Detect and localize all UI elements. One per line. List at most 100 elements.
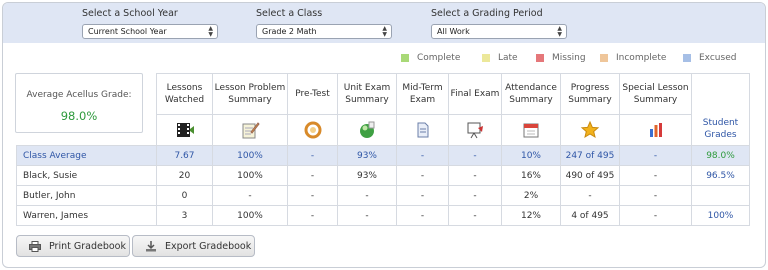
col-header-attendance-summary[interactable]: Attendance Summary (501, 73, 561, 115)
legend-incomplete: Incomplete (600, 52, 666, 64)
class-value: Grade 2 Math (262, 27, 317, 36)
table-row-class-average[interactable]: Class Average 7.67 100% - 93% - - 10% 24… (16, 145, 750, 166)
cell[interactable]: - (396, 205, 449, 226)
lesson-problem-summary-icon-cell[interactable] (212, 114, 288, 146)
school-year-value: Current School Year (88, 27, 167, 36)
col-header-progress-summary[interactable]: Progress Summary (560, 73, 620, 115)
cell[interactable]: 20 (156, 165, 213, 186)
cell[interactable]: - (287, 185, 338, 206)
cell[interactable]: 12% (501, 205, 561, 226)
cell[interactable]: - (337, 205, 397, 226)
attendance-summary-icon-cell[interactable] (501, 114, 561, 146)
cell[interactable]: 100% (212, 145, 288, 166)
lessons-watched-icon-cell[interactable] (156, 114, 213, 146)
gradebook-panel: Select a School Year Current School Year… (2, 2, 766, 268)
export-gradebook-button[interactable]: Export Gradebook (132, 235, 255, 257)
cell[interactable]: 4 of 495 (560, 205, 620, 226)
cell[interactable]: - (448, 205, 502, 226)
excused-swatch (683, 54, 691, 62)
col-header-mid-term-exam[interactable]: Mid-Term Exam (396, 73, 449, 115)
green-sphere-icon (360, 121, 375, 138)
progress-summary-icon-cell[interactable] (560, 114, 620, 146)
select-arrows-icon: ▲ ▼ (557, 25, 562, 38)
col-header-lesson-problem-summary[interactable]: Lesson Problem Summary (212, 73, 288, 115)
row-name[interactable]: Butler, John (16, 185, 157, 206)
cell[interactable]: - (448, 185, 502, 206)
student-grade[interactable]: 96.5% (691, 165, 750, 186)
cell[interactable]: - (448, 145, 502, 166)
complete-swatch (401, 54, 409, 62)
legend-complete: Complete (401, 52, 460, 64)
incomplete-swatch (600, 54, 608, 62)
row-name[interactable]: Class Average (16, 145, 157, 166)
film-icon (176, 123, 194, 137)
print-gradebook-label: Print Gradebook (49, 240, 126, 252)
table-row-black-susie[interactable]: Black, Susie 20 100% - 93% - - 16% 490 o… (16, 165, 750, 186)
cell[interactable]: 2% (501, 185, 561, 206)
cell[interactable]: - (287, 165, 338, 186)
cell[interactable]: - (619, 145, 692, 166)
cell[interactable]: - (396, 145, 449, 166)
cell[interactable]: 93% (337, 165, 397, 186)
table-row-warren-james[interactable]: Warren, James 3 100% - - - - 12% 4 of 49… (16, 205, 750, 226)
student-grade[interactable]: 98.0% (691, 145, 750, 166)
table-row-butler-john[interactable]: Butler, John 0 - - - - - 2% - - (16, 185, 750, 206)
legend-label: Excused (699, 53, 737, 63)
cell[interactable]: - (619, 165, 692, 186)
cell[interactable]: 490 of 495 (560, 165, 620, 186)
cell[interactable]: - (619, 205, 692, 226)
legend-excused: Excused (683, 52, 736, 64)
average-grade-value: 98.0% (60, 109, 98, 123)
cell[interactable]: 16% (501, 165, 561, 186)
presentation-board-icon (467, 122, 483, 139)
ribbon-swirl-icon (304, 121, 321, 139)
cell[interactable]: - (337, 185, 397, 206)
unit-exam-summary-icon-cell[interactable] (337, 114, 397, 146)
col-header-lessons-watched[interactable]: Lessons Watched (156, 73, 213, 115)
student-grade[interactable]: 100% (691, 205, 750, 226)
cell[interactable]: 100% (212, 165, 288, 186)
legend-label: Late (498, 53, 518, 63)
document-icon (417, 122, 428, 138)
cell[interactable]: - (396, 165, 449, 186)
col-header-pre-test[interactable]: Pre-Test (287, 73, 338, 115)
row-name[interactable]: Black, Susie (16, 165, 157, 186)
cell[interactable]: 3 (156, 205, 213, 226)
cell[interactable]: 0 (156, 185, 213, 206)
printer-icon (29, 240, 41, 252)
class-label: Select a Class (256, 8, 323, 19)
legend-missing: Missing (536, 52, 586, 64)
cell[interactable]: 7.67 (156, 145, 213, 166)
cell[interactable]: - (619, 185, 692, 206)
school-year-select[interactable]: Current School Year ▲ ▼ (82, 24, 218, 39)
cell[interactable]: 100% (212, 205, 288, 226)
bar-chart-icon (649, 123, 662, 137)
class-filter: Select a Class Grade 2 Math ▲ ▼ (256, 7, 392, 39)
cell[interactable]: - (287, 145, 338, 166)
print-gradebook-button[interactable]: Print Gradebook (16, 235, 130, 257)
grading-period-label: Select a Grading Period (431, 8, 543, 19)
final-exam-icon-cell[interactable] (448, 114, 502, 146)
col-header-unit-exam-summary[interactable]: Unit Exam Summary (337, 73, 397, 115)
mid-term-exam-icon-cell[interactable] (396, 114, 449, 146)
cell[interactable]: - (448, 165, 502, 186)
col-header-final-exam[interactable]: Final Exam (448, 73, 502, 115)
legend-label: Missing (552, 53, 586, 63)
cell[interactable]: - (396, 185, 449, 206)
cell[interactable]: - (212, 185, 288, 206)
cell[interactable]: 247 of 495 (560, 145, 620, 166)
cell[interactable]: - (560, 185, 620, 206)
cell[interactable]: - (287, 205, 338, 226)
grading-period-select[interactable]: All Work ▲ ▼ (431, 24, 567, 39)
cell[interactable]: 10% (501, 145, 561, 166)
class-select[interactable]: Grade 2 Math ▲ ▼ (256, 24, 392, 39)
pre-test-icon-cell[interactable] (287, 114, 338, 146)
late-swatch (482, 54, 490, 62)
col-header-student-grades[interactable]: Student Grades (691, 73, 750, 146)
row-name[interactable]: Warren, James (16, 205, 157, 226)
col-header-special-lesson-summary[interactable]: Special Lesson Summary (619, 73, 692, 115)
legend-label: Complete (417, 53, 461, 63)
special-lesson-summary-icon-cell[interactable] (619, 114, 692, 146)
student-grade[interactable] (691, 185, 750, 206)
cell[interactable]: 93% (337, 145, 397, 166)
